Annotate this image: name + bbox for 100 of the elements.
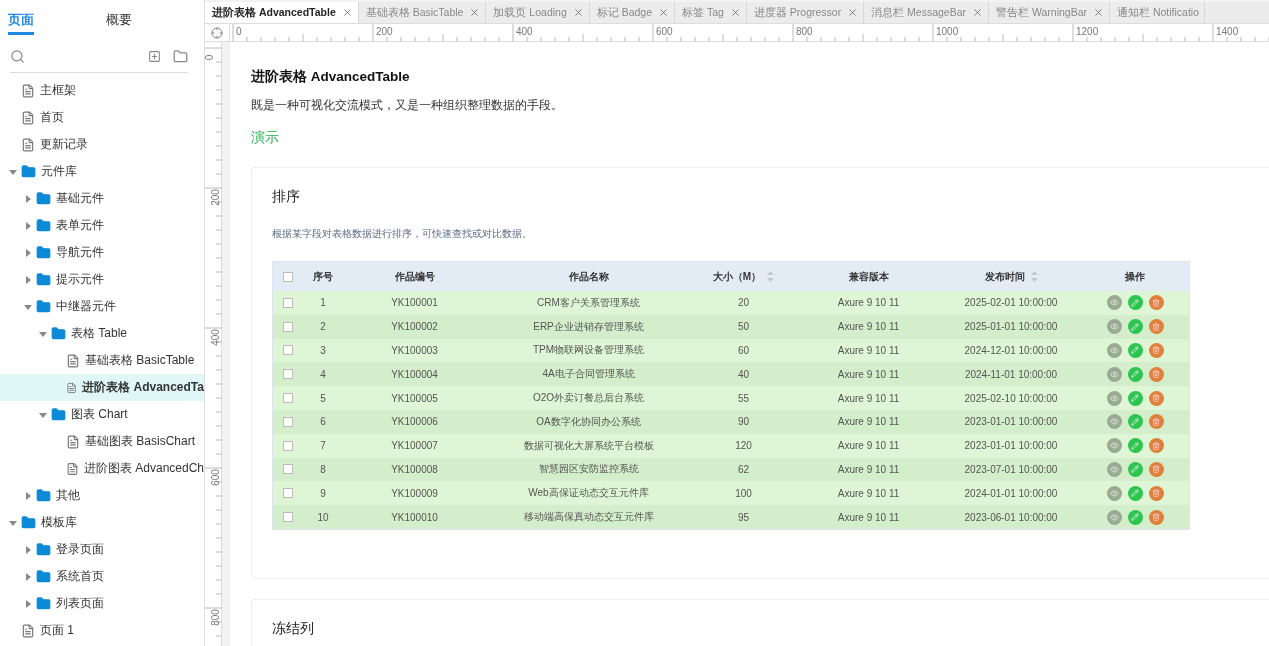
delete-button[interactable] [1148, 461, 1164, 477]
tree-item[interactable]: 页面 1 [0, 617, 204, 644]
tree-item[interactable]: 表格 Table [0, 320, 204, 347]
delete-button[interactable] [1148, 343, 1164, 358]
row-checkbox[interactable] [283, 297, 293, 308]
table-cell: 5 [320, 392, 326, 404]
sort-icon[interactable] [767, 271, 775, 282]
row-checkbox[interactable] [283, 393, 293, 404]
table-cell: 50 [737, 321, 750, 333]
edit-button[interactable] [1127, 319, 1143, 335]
select-all-checkbox[interactable] [283, 271, 293, 282]
tree-item[interactable]: 首页 [0, 104, 204, 131]
tree-item[interactable]: 列表页面 [0, 590, 204, 617]
tree-item[interactable]: 其他 [0, 482, 204, 509]
folder-icon [36, 245, 51, 260]
delete-button[interactable] [1148, 295, 1164, 311]
delete-button[interactable] [1148, 390, 1164, 406]
tree-item[interactable]: 基础表格 BasicTable [0, 347, 204, 374]
close-icon[interactable] [972, 7, 984, 18]
edit-button[interactable] [1127, 390, 1143, 406]
row-checkbox[interactable] [283, 440, 293, 451]
tree-item[interactable]: 表单元件 [0, 212, 204, 239]
caret-icon[interactable] [23, 571, 33, 582]
row-checkbox[interactable] [283, 512, 293, 523]
view-button[interactable] [1106, 343, 1122, 358]
tree-item[interactable]: 模板库 [0, 509, 204, 536]
view-button[interactable] [1106, 414, 1122, 430]
caret-icon[interactable] [23, 193, 33, 204]
add-page-icon[interactable] [148, 49, 161, 63]
folder-icon [36, 596, 51, 611]
view-button[interactable] [1106, 509, 1122, 525]
view-button[interactable] [1106, 366, 1122, 382]
caret-icon[interactable] [23, 247, 33, 258]
delete-button[interactable] [1148, 414, 1164, 430]
view-button[interactable] [1106, 295, 1122, 311]
edit-button[interactable] [1127, 509, 1143, 525]
caret-icon[interactable] [23, 274, 33, 285]
tree-item[interactable]: 主框架 [0, 77, 204, 104]
view-button[interactable] [1106, 319, 1122, 335]
row-checkbox[interactable] [283, 464, 293, 475]
tree-item[interactable]: 系统首页 [0, 563, 204, 590]
ruler-label: 1200 [1076, 26, 1099, 37]
close-icon[interactable] [341, 7, 353, 18]
edit-button[interactable] [1127, 485, 1143, 501]
view-button[interactable] [1106, 438, 1122, 454]
tree-item[interactable]: 提示元件 [0, 266, 204, 293]
edit-button[interactable] [1127, 438, 1143, 454]
view-button[interactable] [1106, 485, 1122, 501]
delete-button[interactable] [1148, 366, 1164, 382]
close-icon[interactable] [658, 7, 670, 18]
tree-item[interactable]: 基础图表 BasisChart [0, 428, 204, 455]
tree-item[interactable]: 基础元件 [0, 185, 204, 212]
caret-icon[interactable] [23, 544, 33, 555]
caret-icon[interactable] [23, 220, 33, 231]
table-cell: 120 [735, 440, 752, 452]
tree-item[interactable]: 导航元件 [0, 239, 204, 266]
close-icon[interactable] [469, 7, 481, 18]
edit-button[interactable] [1127, 414, 1143, 430]
edit-button[interactable] [1127, 461, 1143, 477]
close-icon[interactable] [729, 7, 741, 18]
close-icon[interactable] [572, 7, 584, 18]
row-checkbox[interactable] [283, 321, 293, 332]
caret-icon[interactable] [23, 490, 33, 501]
table-cell: 40 [737, 368, 750, 380]
panel-tab[interactable]: 页面 [8, 11, 34, 35]
search-icon[interactable] [10, 48, 25, 64]
table-cell: YK100010 [391, 511, 438, 523]
delete-button[interactable] [1148, 509, 1164, 525]
table-cell: 3 [320, 345, 326, 356]
panel-tab[interactable]: 概要 [106, 11, 132, 35]
sort-icon[interactable] [1030, 271, 1038, 282]
tree-item[interactable]: 更新记录 [0, 131, 204, 158]
edit-button[interactable] [1127, 295, 1143, 311]
tree-item[interactable]: 中继器元件 [0, 293, 204, 320]
tree-item[interactable]: 元件库 [0, 158, 204, 185]
tree-item[interactable]: 登录页面 [0, 536, 204, 563]
close-icon[interactable] [1093, 7, 1104, 18]
row-checkbox[interactable] [283, 369, 293, 380]
view-button[interactable] [1106, 390, 1122, 406]
tree-item[interactable]: 进阶表格 AdvancedTa [0, 374, 204, 401]
view-button[interactable] [1106, 461, 1122, 477]
edit-button[interactable] [1127, 366, 1143, 382]
tree-item[interactable]: 图表 Chart [0, 401, 204, 428]
delete-button[interactable] [1148, 438, 1164, 454]
table-cell: ERP企业进销存管理系统 [533, 319, 644, 334]
table-cell: YK100007 [391, 440, 438, 452]
table-cell: YK100003 [391, 345, 438, 356]
caret-icon[interactable] [23, 598, 33, 609]
edit-button[interactable] [1127, 343, 1143, 358]
crosshair-icon[interactable] [211, 26, 223, 39]
document-tab[interactable]: 进阶表格 AdvancedTable [205, 2, 359, 23]
row-checkbox[interactable] [283, 416, 293, 427]
row-checkbox[interactable] [283, 345, 293, 356]
table-cell: 智慧园区安防监控系统 [538, 462, 639, 477]
add-folder-icon[interactable] [173, 48, 188, 64]
close-icon[interactable] [847, 7, 859, 18]
delete-button[interactable] [1148, 485, 1164, 501]
row-checkbox[interactable] [283, 488, 293, 499]
delete-button[interactable] [1148, 319, 1164, 335]
tree-item[interactable]: 进阶图表 AdvancedCh [0, 455, 204, 482]
